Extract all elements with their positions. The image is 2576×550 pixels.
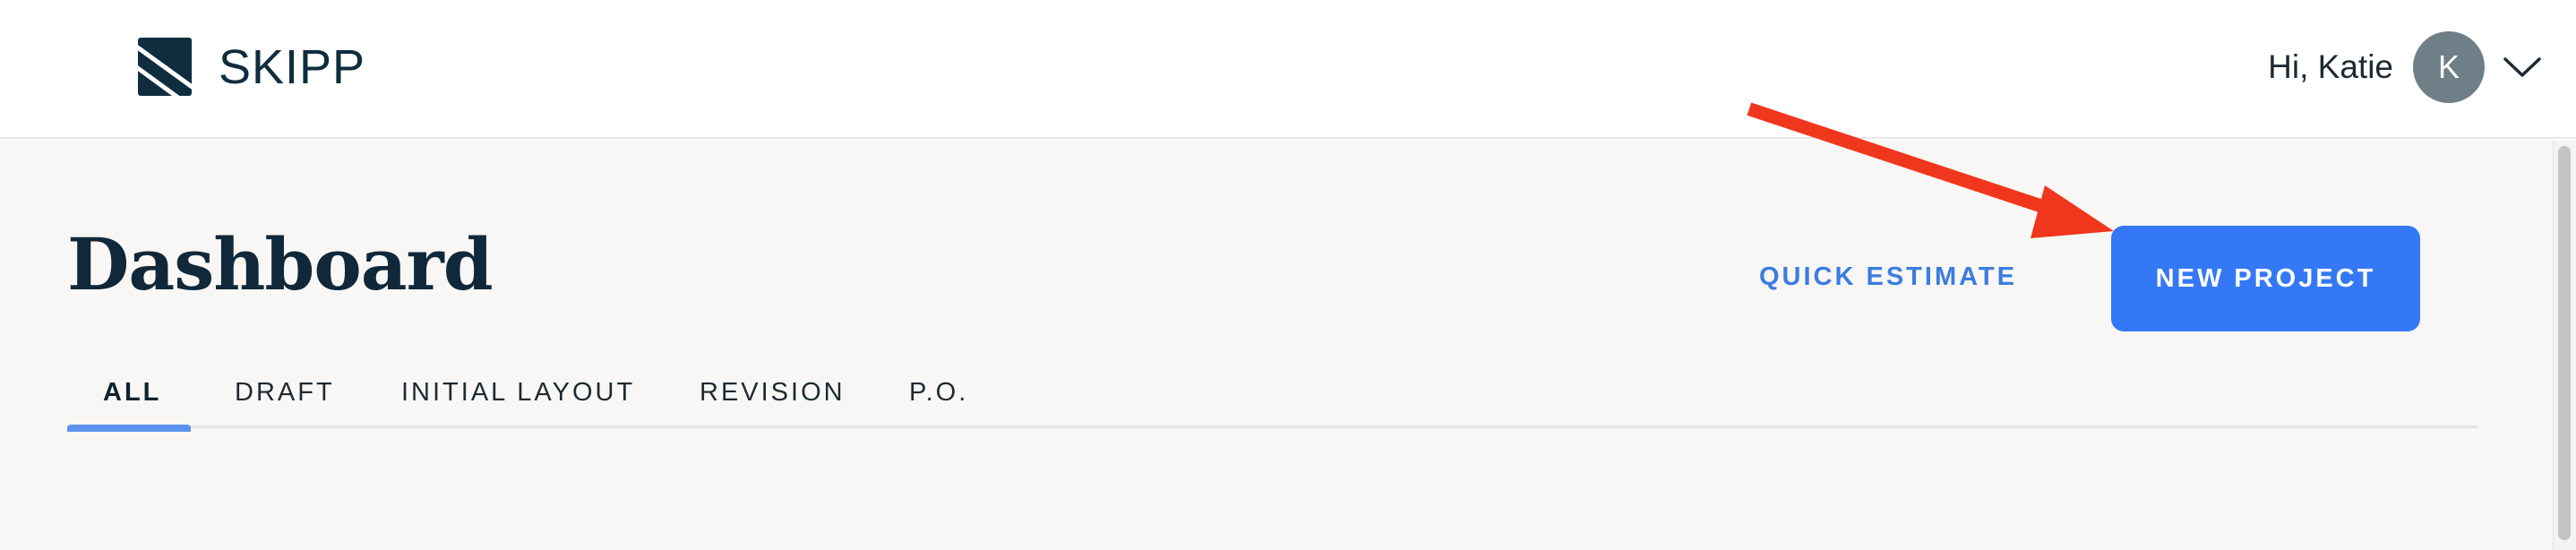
user-greeting: Hi, Katie [2268, 48, 2393, 85]
tab-initial-layout[interactable]: INITIAL LAYOUT [401, 380, 635, 406]
skipp-logo-icon [138, 38, 192, 96]
scrollbar-thumb[interactable] [2558, 146, 2571, 540]
new-project-button[interactable]: NEW PROJECT [2111, 226, 2420, 331]
avatar[interactable]: K [2413, 31, 2485, 103]
active-tab-indicator [67, 425, 191, 432]
tab-revision[interactable]: REVISION [700, 380, 846, 406]
quick-estimate-button[interactable]: QUICK ESTIMATE [1759, 264, 2017, 290]
vertical-scrollbar[interactable] [2553, 141, 2576, 550]
top-header: SKIPP Hi, Katie K [0, 0, 2576, 139]
tab-all[interactable]: ALL [103, 380, 161, 406]
avatar-initial: K [2437, 48, 2460, 85]
tab-draft[interactable]: DRAFT [235, 380, 335, 406]
dashboard-main: Dashboard QUICK ESTIMATE NEW PROJECT ALL… [0, 141, 2553, 550]
chevron-down-icon[interactable] [2503, 56, 2542, 79]
page-title: Dashboard [67, 222, 494, 306]
user-menu[interactable]: Hi, Katie K [2268, 31, 2542, 103]
new-project-label: NEW PROJECT [2155, 263, 2376, 293]
logo-text: SKIPP [219, 39, 366, 94]
app-logo[interactable]: SKIPP [138, 38, 365, 96]
status-tabs: ALL DRAFT INITIAL LAYOUT REVISION P.O. [67, 380, 2478, 432]
tab-po[interactable]: P.O. [909, 380, 968, 406]
